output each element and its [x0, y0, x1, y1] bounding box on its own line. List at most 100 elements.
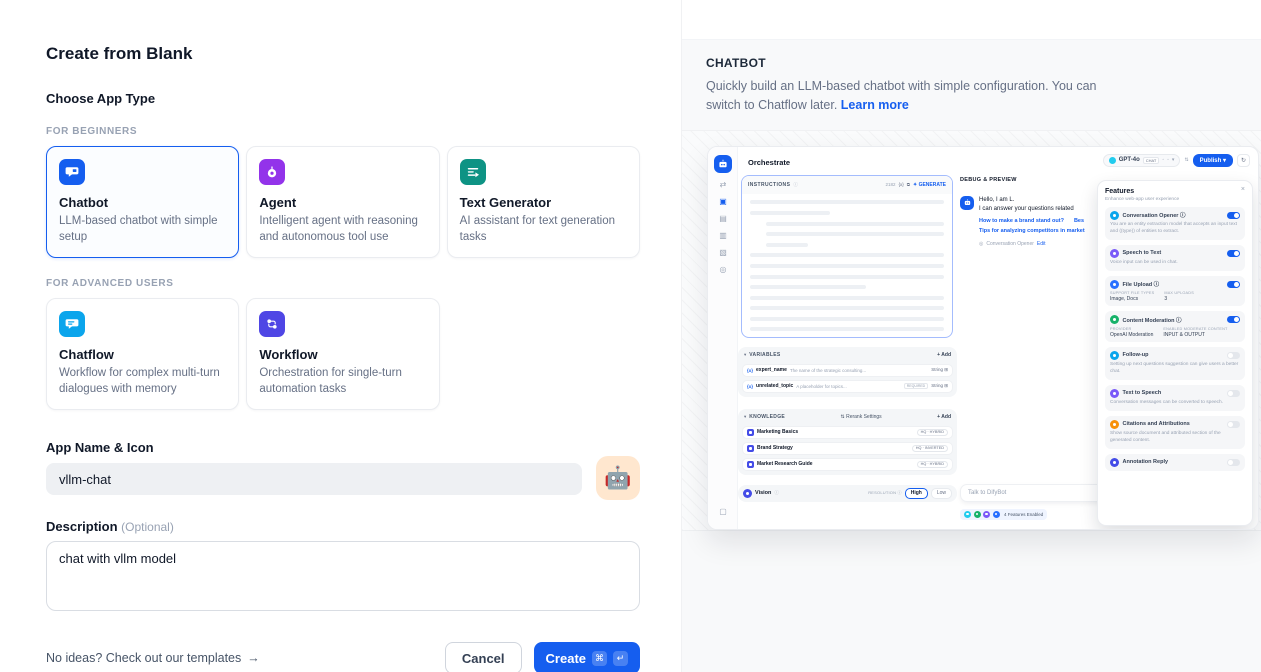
- orchestrate-title: Orchestrate: [748, 158, 790, 167]
- index-mode-badge: HQ · INVERTED: [912, 445, 948, 452]
- panel-toggle-icon: ▢: [719, 507, 727, 516]
- for-beginners-label: FOR BEGINNERS: [46, 126, 640, 137]
- preview-topbar: [682, 0, 1261, 40]
- orchestrate-nav-icon: ▣: [719, 198, 727, 206]
- card-desc: Workflow for complex multi-turn dialogue…: [59, 366, 226, 397]
- file-upload-icon: [1110, 280, 1119, 289]
- features-panel: Features × Enhance web-app user experien…: [1097, 180, 1253, 526]
- feature-item: Follow-up Setting up next questions sugg…: [1105, 347, 1245, 380]
- char-count: 2182: [886, 182, 896, 187]
- variable-row: {x} expert_name The name of the strategi…: [742, 364, 953, 377]
- skeleton-line: [750, 275, 944, 279]
- copy-icon: ⧉: [907, 182, 910, 187]
- dataset-icon: [747, 461, 754, 468]
- skeleton-line: [750, 285, 866, 289]
- edit-link: Edit: [1037, 241, 1046, 247]
- toggle-switch: [1227, 421, 1240, 428]
- citations-icon: [1110, 420, 1119, 429]
- info-icon: ⓘ: [793, 182, 798, 188]
- conversation-opener-icon: [1110, 211, 1119, 220]
- model-provider-icon: [1109, 157, 1116, 164]
- cancel-button[interactable]: Cancel: [445, 642, 522, 672]
- app-type-card-workflow[interactable]: Workflow Orchestration for single-turn a…: [246, 298, 439, 410]
- card-desc: Intelligent agent with reasoning and aut…: [259, 214, 426, 245]
- required-badge: REQUIRED: [904, 383, 928, 389]
- bot-avatar-icon: [960, 196, 974, 210]
- annotation-reply-icon: [1110, 458, 1119, 467]
- chatbot-preview-screenshot: ⇄ ▣ ▤ ▥ ▧ ◎ ▢ Orchestrate GPT-4o CHAT ◦ …: [707, 146, 1259, 530]
- beginner-cards: Chatbot LLM-based chatbot with simple se…: [46, 146, 640, 258]
- skeleton-line: [766, 243, 808, 247]
- skeleton-line: [750, 327, 944, 331]
- robot-emoji-icon: 🤖: [604, 465, 631, 491]
- dataset-icon: [747, 429, 754, 436]
- toggle-switch: [1227, 212, 1240, 219]
- document-icon: ▥: [719, 232, 727, 240]
- feature-item: Content Moderation ⓘ PROVIDER OpenAI Mod…: [1105, 311, 1245, 342]
- feature-item: File Upload ⓘ SUPPORT FILE TYPES Image, …: [1105, 276, 1245, 307]
- feature-item: Speech to Text Voice input can be used i…: [1105, 245, 1245, 271]
- for-advanced-users-label: FOR ADVANCED USERS: [46, 278, 640, 289]
- card-desc: LLM-based chatbot with simple setup: [59, 214, 226, 245]
- suggested-question: How to make a brand stand out?: [979, 218, 1064, 224]
- description-textarea[interactable]: chat with vllm model: [46, 541, 640, 611]
- advanced-cards: Chatflow Workflow for complex multi-turn…: [46, 298, 640, 410]
- opener-icon: ◎: [979, 241, 983, 247]
- card-desc: AI assistant for text generation tasks: [460, 214, 627, 245]
- resolution-high-option: High: [905, 488, 928, 499]
- cmd-key-icon: ⌘: [592, 651, 607, 666]
- create-button[interactable]: Create ⌘ ↵: [534, 642, 640, 672]
- app-name-input[interactable]: [46, 463, 582, 495]
- vision-section: Vision ⓘ RESOLUTION ⓘ High Low: [738, 485, 957, 502]
- toggle-switch: [1227, 281, 1240, 288]
- features-enabled-bar: 4 Features Enabled: [960, 509, 1047, 520]
- skeleton-line: [766, 222, 944, 226]
- index-mode-badge: HQ · HYBRID: [917, 461, 948, 468]
- feature-item: Text to Speech Conversation messages can…: [1105, 385, 1245, 411]
- chatbot-icon: [59, 159, 85, 185]
- skeleton-line: [750, 306, 944, 310]
- suggested-question: Bes: [1074, 218, 1084, 224]
- learn-more-link[interactable]: Learn more: [841, 98, 909, 112]
- preview-heading: CHATBOT: [706, 56, 1237, 70]
- vision-eye-icon: [743, 489, 752, 498]
- media-icon: ▤: [719, 215, 727, 223]
- app-type-card-chatbot[interactable]: Chatbot LLM-based chatbot with simple se…: [46, 146, 239, 258]
- rerank-settings-button: ⇅ Rerank Settings: [841, 414, 882, 420]
- model-selector: GPT-4o CHAT ◦ ◦ ▾: [1103, 154, 1181, 167]
- app-type-card-agent[interactable]: Agent Intelligent agent with reasoning a…: [246, 146, 439, 258]
- toggle-switch: [1227, 316, 1240, 323]
- content-moderation-icon: [1110, 315, 1119, 324]
- feature-chip-icon: [964, 511, 971, 518]
- feature-item: Conversation Opener ⓘ You are an entity …: [1105, 207, 1245, 240]
- enter-key-icon: ↵: [613, 651, 628, 666]
- feature-item: Annotation Reply: [1105, 454, 1245, 471]
- card-label: Workflow: [259, 347, 426, 362]
- choose-app-type-label: Choose App Type: [46, 91, 640, 106]
- preview-description: Quickly build an LLM-based chatbot with …: [706, 77, 1114, 116]
- skeleton-line: [750, 200, 944, 204]
- add-variable-button: + Add: [937, 352, 951, 358]
- temperature-icon: ◦: [1162, 157, 1164, 163]
- card-label: Chatflow: [59, 347, 226, 362]
- variable-row: {x} unrelated_topic A placeholder for to…: [742, 380, 953, 393]
- templates-link[interactable]: No ideas? Check out our templates →: [46, 651, 260, 665]
- skeleton-line: [750, 317, 944, 321]
- workflow-icon: [259, 311, 285, 337]
- feature-chip-icon: [993, 511, 1000, 518]
- debug-preview-column: DEBUG & PREVIEW Hello, I am L. I can ans…: [960, 177, 1110, 247]
- skeleton-line: [750, 264, 944, 268]
- knowledge-section: ▾ KNOWLEDGE ⇅ Rerank Settings + Add Mark…: [738, 409, 957, 475]
- card-label: Agent: [259, 195, 426, 210]
- skeleton-line: [750, 211, 830, 215]
- text-generator-icon: [460, 159, 486, 185]
- app-type-card-chatflow[interactable]: Chatflow Workflow for complex multi-turn…: [46, 298, 239, 410]
- app-icon-picker[interactable]: 🤖: [596, 456, 640, 500]
- speech-to-text-icon: [1110, 249, 1119, 258]
- app-type-card-text-generator[interactable]: Text Generator AI assistant for text gen…: [447, 146, 640, 258]
- history-icon: ↻: [1237, 154, 1250, 167]
- variables-section: ▾ VARIABLES + Add {x} expert_name The na…: [738, 347, 957, 397]
- model-bar: GPT-4o CHAT ◦ ◦ ▾ ⇅ Publish ▾ ↻: [1103, 154, 1250, 167]
- skeleton-line: [750, 296, 944, 300]
- info-icon: ⓘ: [774, 490, 779, 496]
